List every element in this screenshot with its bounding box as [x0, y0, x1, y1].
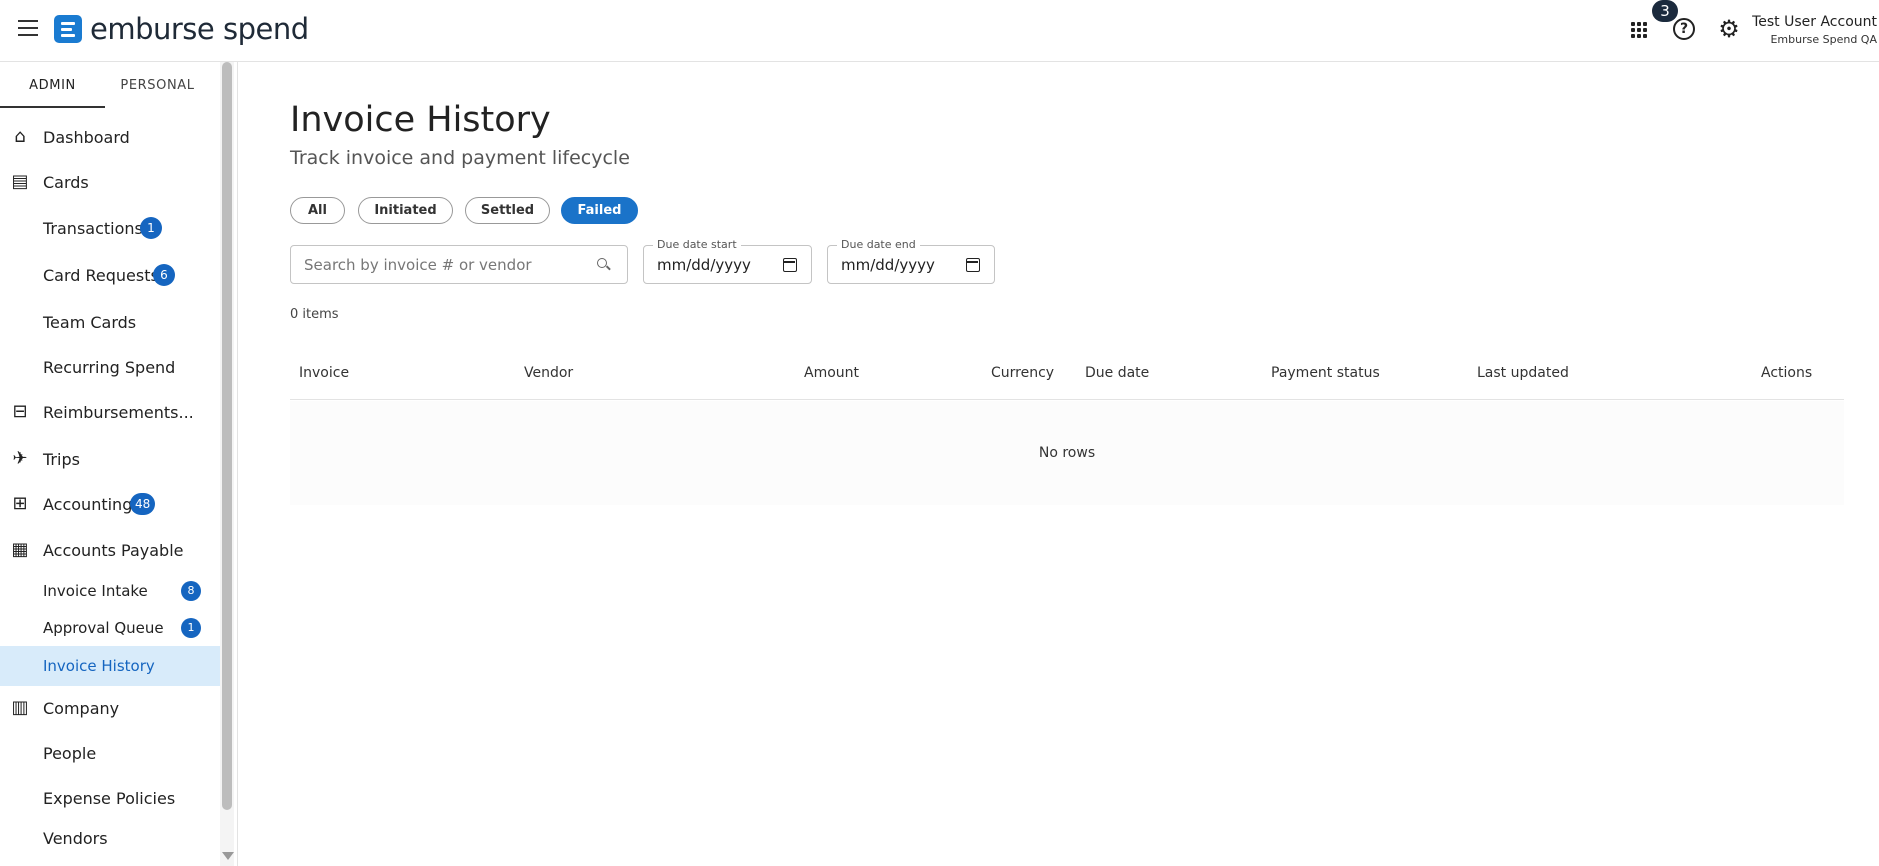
sidebar-item-invoice-intake[interactable]: Invoice Intake 8 — [0, 571, 220, 611]
approval-queue-badge: 1 — [181, 618, 201, 638]
calendar-icon[interactable] — [966, 258, 980, 272]
notification-badge[interactable]: 3 — [1652, 0, 1678, 22]
sidebar-item-card-requests[interactable]: Card Requests 6 — [0, 255, 220, 295]
sidebar-item-recurring-spend[interactable]: Recurring Spend — [0, 347, 220, 387]
sidebar-item-vendors[interactable]: Vendors — [0, 818, 220, 858]
top-bar: emburse spend 3 ? ⚙ Test User Account Em… — [0, 0, 1879, 62]
apps-grid-icon[interactable] — [1626, 14, 1652, 46]
due-date-start-value[interactable]: mm/dd/yyyy — [657, 256, 751, 274]
calendar-icon[interactable] — [783, 258, 797, 272]
page-title: Invoice History — [290, 100, 551, 140]
column-header-amount[interactable]: Amount — [804, 365, 859, 381]
logo-text: emburse spend — [90, 12, 309, 46]
sidebar-item-label: Transactions — [43, 218, 143, 238]
sidebar-item-label: Trips — [43, 449, 80, 469]
filter-failed-chip[interactable]: Failed — [561, 197, 638, 224]
sidebar-item-company[interactable]: ▥ Company — [0, 688, 220, 728]
sidebar-item-reimbursements[interactable]: ⊟ Reimbursements... — [0, 392, 220, 432]
sidebar-item-trips[interactable]: ✈ Trips — [0, 439, 220, 479]
sidebar-item-team-cards[interactable]: Team Cards — [0, 302, 220, 342]
sidebar-item-label: Accounts Payable — [43, 540, 184, 560]
column-header-invoice[interactable]: Invoice — [299, 365, 349, 381]
menu-icon[interactable] — [18, 20, 38, 36]
company-icon: ▥ — [11, 697, 29, 718]
card-requests-badge: 6 — [153, 264, 175, 286]
sidebar-item-label: Card Requests — [43, 265, 159, 285]
sidebar-item-invoice-history[interactable]: Invoice History — [0, 646, 220, 686]
sidebar-item-accounting[interactable]: ⊞ Accounting 48 — [0, 484, 220, 524]
table-header: Invoice Vendor Amount Currency Due date … — [290, 355, 1844, 400]
table-body: No rows — [290, 401, 1844, 505]
due-date-start-field[interactable]: Due date start mm/dd/yyyy — [643, 238, 812, 284]
due-date-start-label: Due date start — [653, 238, 741, 251]
sidebar-item-label: Reimbursements... — [43, 402, 194, 422]
sidebar-item-label: Recurring Spend — [43, 357, 176, 377]
help-icon[interactable]: ? — [1673, 18, 1695, 40]
filter-all-chip[interactable]: All — [290, 197, 345, 224]
user-name: Test User Account — [1752, 14, 1877, 30]
accounting-icon: ⊞ — [12, 493, 28, 514]
column-header-actions: Actions — [1761, 365, 1813, 381]
column-header-last-updated[interactable]: Last updated — [1477, 365, 1569, 381]
due-date-end-field[interactable]: Due date end mm/dd/yyyy — [827, 238, 995, 284]
user-account-menu[interactable]: Test User Account Emburse Spend QA — [1752, 14, 1877, 46]
sidebar-item-accounts-payable[interactable]: ▦ Accounts Payable — [0, 530, 220, 570]
logo[interactable]: emburse spend — [54, 12, 309, 46]
search-box — [290, 245, 628, 284]
page-subtitle: Track invoice and payment lifecycle — [290, 147, 630, 169]
column-header-vendor[interactable]: Vendor — [524, 365, 573, 381]
due-date-end-label: Due date end — [837, 238, 920, 251]
filter-initiated-chip[interactable]: Initiated — [358, 197, 453, 224]
reimbursement-icon: ⊟ — [12, 401, 28, 422]
sidebar-item-expense-policies[interactable]: Expense Policies — [0, 778, 220, 818]
items-count: 0 items — [290, 307, 339, 322]
sidebar-item-dashboard[interactable]: ⌂ Dashboard — [0, 117, 220, 157]
search-input[interactable] — [291, 246, 581, 283]
sidebar: ADMIN PERSONAL ⌂ Dashboard ▤ Cards Trans… — [0, 62, 238, 866]
tab-admin[interactable]: ADMIN — [0, 62, 105, 108]
airplane-icon: ✈ — [12, 448, 28, 469]
sidebar-item-label: Invoice History — [43, 657, 155, 675]
due-date-end-value[interactable]: mm/dd/yyyy — [841, 256, 935, 274]
sidebar-item-label: Team Cards — [43, 312, 137, 332]
transactions-badge: 1 — [140, 217, 162, 239]
sidebar-item-label: Accounting — [43, 494, 133, 514]
sidebar-item-people[interactable]: People — [0, 733, 220, 773]
scroll-down-icon[interactable] — [222, 852, 234, 860]
empty-state-text: No rows — [1038, 445, 1096, 461]
home-icon: ⌂ — [14, 126, 26, 147]
search-icon[interactable] — [597, 258, 607, 268]
sidebar-item-transactions[interactable]: Transactions 1 — [0, 208, 220, 248]
column-header-due-date[interactable]: Due date — [1085, 365, 1149, 381]
accounts-payable-icon: ▦ — [11, 539, 29, 560]
sidebar-item-cards[interactable]: ▤ Cards — [0, 162, 220, 202]
sidebar-item-label: Approval Queue — [43, 619, 164, 637]
sidebar-item-approval-queue[interactable]: Approval Queue 1 — [0, 608, 220, 648]
invoice-intake-badge: 8 — [181, 581, 201, 601]
user-org: Emburse Spend QA — [1770, 33, 1877, 46]
filter-settled-chip[interactable]: Settled — [465, 197, 550, 224]
cards-icon: ▤ — [11, 171, 29, 192]
sidebar-item-label: Invoice Intake — [43, 582, 148, 600]
sidebar-scrollbar-thumb[interactable] — [222, 62, 232, 810]
emburse-logo-icon — [54, 15, 82, 43]
accounting-badge: 48 — [130, 493, 156, 515]
column-header-payment-status[interactable]: Payment status — [1271, 365, 1380, 381]
sidebar-item-label: Company — [43, 698, 120, 718]
sidebar-item-label: People — [43, 743, 97, 763]
sidebar-item-label: Expense Policies — [43, 788, 176, 808]
sidebar-item-label: Vendors — [43, 828, 108, 848]
sidebar-item-label: Dashboard — [43, 127, 130, 147]
column-header-currency[interactable]: Currency — [991, 365, 1054, 381]
gear-icon[interactable]: ⚙ — [1717, 17, 1741, 41]
sidebar-item-label: Cards — [43, 172, 89, 192]
tab-personal[interactable]: PERSONAL — [105, 62, 210, 108]
sidebar-tabs: ADMIN PERSONAL — [0, 62, 220, 108]
